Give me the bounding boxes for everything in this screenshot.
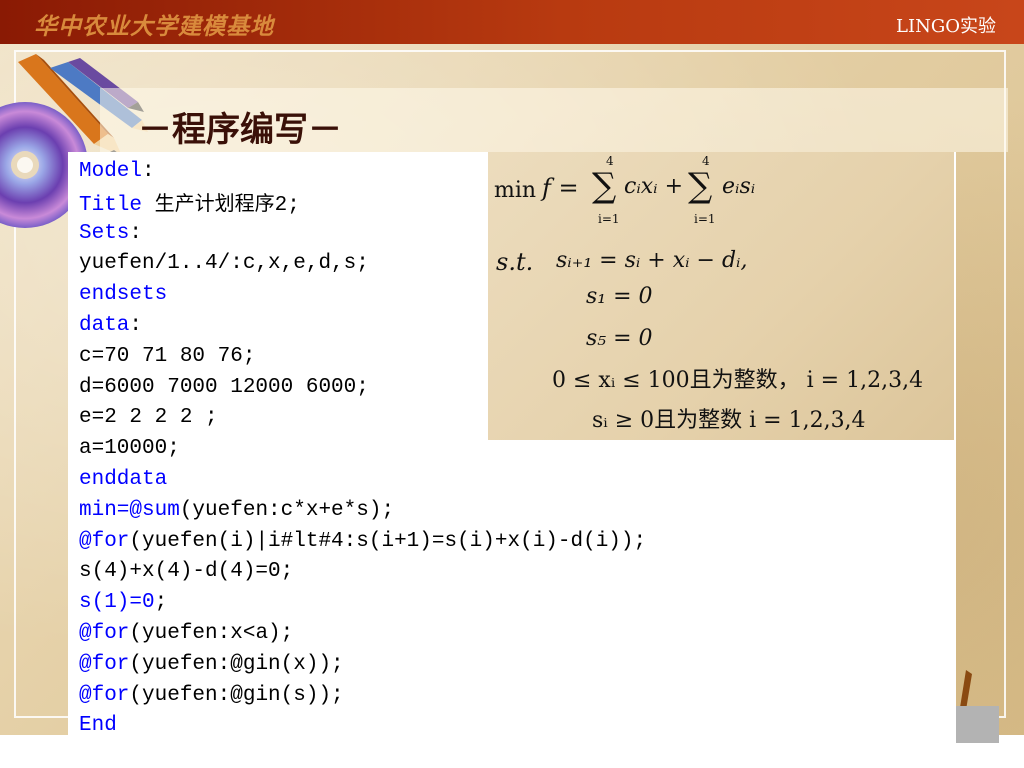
code-line: min=@sum(yuefen:c*x+e*s); — [79, 496, 646, 527]
code-line: @for(yuefen:@gin(x)); — [79, 650, 646, 681]
code-text: c=70 71 80 76; — [79, 344, 256, 368]
constraint-balance: sᵢ₊₁ = sᵢ + xᵢ − dᵢ, — [556, 248, 748, 273]
code-text: (yuefen:@gin(s)); — [129, 683, 344, 707]
slide-background: 华中农业大学建模基地 LINGO实验 －程序编写－ Model: Title 生… — [0, 0, 1024, 735]
formula-f-eq: f = — [542, 174, 579, 202]
code-text: ; — [154, 591, 168, 615]
sigma-icon: ∑ — [688, 166, 713, 206]
code-keyword: Title — [79, 193, 143, 217]
code-text: yuefen/1..4/:c,x,e,d,s; — [79, 252, 369, 276]
code-line: @for(yuefen:x<a); — [79, 619, 646, 650]
code-keyword: Sets — [79, 221, 130, 245]
formula-term2: eᵢsᵢ — [722, 174, 756, 199]
code-keyword: @for — [79, 621, 130, 645]
code-line: @for(yuefen(i)|i#lt#4:s(i+1)=s(i)+x(i)-d… — [79, 527, 646, 558]
constraint-s5: s₅ = 0 — [586, 326, 653, 351]
code-text: s(4)+x(4)-d(4)=0; — [79, 560, 294, 584]
code-keyword: @for — [79, 683, 130, 707]
code-text: 生产计划程序 — [154, 190, 275, 215]
code-keyword: s(1)=0 — [79, 591, 155, 615]
code-keyword: min=@sum — [79, 498, 180, 522]
code-line: s(1)=0; — [79, 588, 646, 619]
sigma-icon: ∑ — [592, 166, 617, 206]
code-text: (yuefen(i)|i#lt#4:s(i+1)=s(i)+x(i)-d(i))… — [129, 529, 647, 553]
code-text: a=10000; — [79, 437, 180, 461]
formula-min: min — [494, 178, 537, 203]
code-text: 2; — [274, 193, 300, 217]
slide-title: －程序编写－ — [138, 110, 342, 150]
code-keyword: enddata — [79, 467, 168, 491]
header-left-title: 华中农业大学建模基地 — [34, 13, 274, 40]
corner-block — [956, 706, 999, 743]
code-text: (yuefen:c*x+e*s); — [179, 498, 395, 522]
constraint-x-range: 0 ≤ xᵢ ≤ 100且为整数， i = 1,2,3,4 — [552, 368, 924, 393]
formula-term1: cᵢxᵢ + — [624, 174, 684, 199]
formula-st: s.t. — [496, 248, 534, 276]
code-text: (yuefen:@gin(x)); — [129, 652, 344, 676]
formula-panel: min f = 4 ∑ i=1 cᵢxᵢ + 4 ∑ i=1 eᵢsᵢ s.t.… — [488, 152, 954, 440]
header-bar: 华中农业大学建模基地 LINGO实验 — [0, 0, 1024, 44]
code-text: : — [129, 221, 143, 245]
code-keyword: End — [79, 714, 117, 735]
code-text: e=2 2 2 2 ; — [79, 406, 218, 430]
code-text: (yuefen:x<a); — [129, 621, 294, 645]
sum1-bottom: i=1 — [598, 212, 620, 226]
code-text: : — [142, 160, 155, 183]
header-right-title: LINGO实验 — [896, 16, 996, 37]
code-line: End — [79, 711, 646, 735]
code-text: d=6000 7000 12000 6000; — [79, 375, 369, 399]
code-line: enddata — [79, 465, 646, 496]
constraint-s-nonneg: sᵢ ≥ 0且为整数 i = 1,2,3,4 — [592, 408, 866, 433]
code-keyword: @for — [79, 529, 130, 553]
code-line: @for(yuefen:@gin(s)); — [79, 681, 646, 712]
constraint-s1: s₁ = 0 — [586, 284, 653, 309]
code-keyword: @for — [79, 652, 130, 676]
code-keyword: endsets — [79, 283, 168, 307]
code-line: s(4)+x(4)-d(4)=0; — [79, 557, 646, 588]
sum2-bottom: i=1 — [694, 212, 716, 226]
code-keyword: Model — [79, 160, 143, 183]
code-text: : — [129, 313, 143, 337]
code-keyword: data — [79, 313, 130, 337]
